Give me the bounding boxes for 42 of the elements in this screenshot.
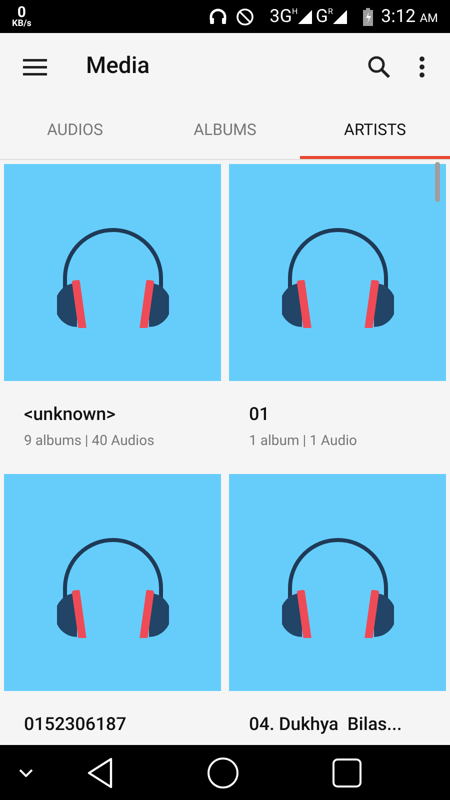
recents-icon	[332, 758, 362, 788]
clock-suffix: AM	[420, 10, 438, 27]
artist-name: <unknown>	[24, 403, 117, 427]
back-icon	[86, 756, 114, 788]
network-type: G	[316, 5, 328, 29]
app-title: Media	[86, 51, 150, 82]
headset-icon	[208, 6, 228, 26]
tab[interactable]: ALBUMS	[150, 100, 300, 159]
speed-value: 0	[17, 4, 26, 20]
search-icon	[367, 54, 391, 78]
artist-name: 0152306187	[24, 713, 128, 737]
speed-unit: KB/s	[12, 20, 32, 28]
headphones-icon	[282, 226, 394, 328]
signal-icon	[332, 10, 347, 24]
network-superscript: H	[292, 6, 298, 18]
recents-button[interactable]	[332, 758, 362, 788]
tab[interactable]: AUDIOS	[0, 100, 150, 159]
battery-icon	[362, 8, 373, 26]
artist-artwork[interactable]	[4, 474, 221, 691]
chevron-down-icon	[19, 768, 33, 776]
menu-icon	[23, 58, 47, 76]
artist-name: 01	[249, 403, 270, 427]
artist-artwork[interactable]	[229, 164, 446, 381]
scrollbar-thumb[interactable]	[435, 162, 440, 202]
headphones-icon	[56, 536, 168, 638]
clock-time: 3:12	[380, 5, 416, 29]
home-icon	[207, 756, 239, 788]
network-superscript: R	[328, 6, 333, 18]
artist-artwork[interactable]	[4, 164, 221, 381]
home-button[interactable]	[207, 756, 239, 788]
more-icon	[419, 56, 425, 78]
signal-icon	[298, 10, 312, 24]
blocked-icon	[236, 8, 254, 26]
artist-artwork[interactable]	[229, 474, 446, 691]
artist-details: 9 albums | 40 Audios	[24, 432, 156, 451]
headphones-icon	[56, 226, 168, 328]
tab[interactable]: ARTISTS	[300, 100, 450, 159]
network-type: 3G	[270, 5, 292, 29]
headphones-icon	[282, 536, 394, 638]
artist-name: 04. Dukhya Bilas...	[249, 713, 403, 737]
back-button[interactable]	[86, 756, 114, 788]
artist-details: 1 album | 1 Audio	[249, 432, 358, 451]
